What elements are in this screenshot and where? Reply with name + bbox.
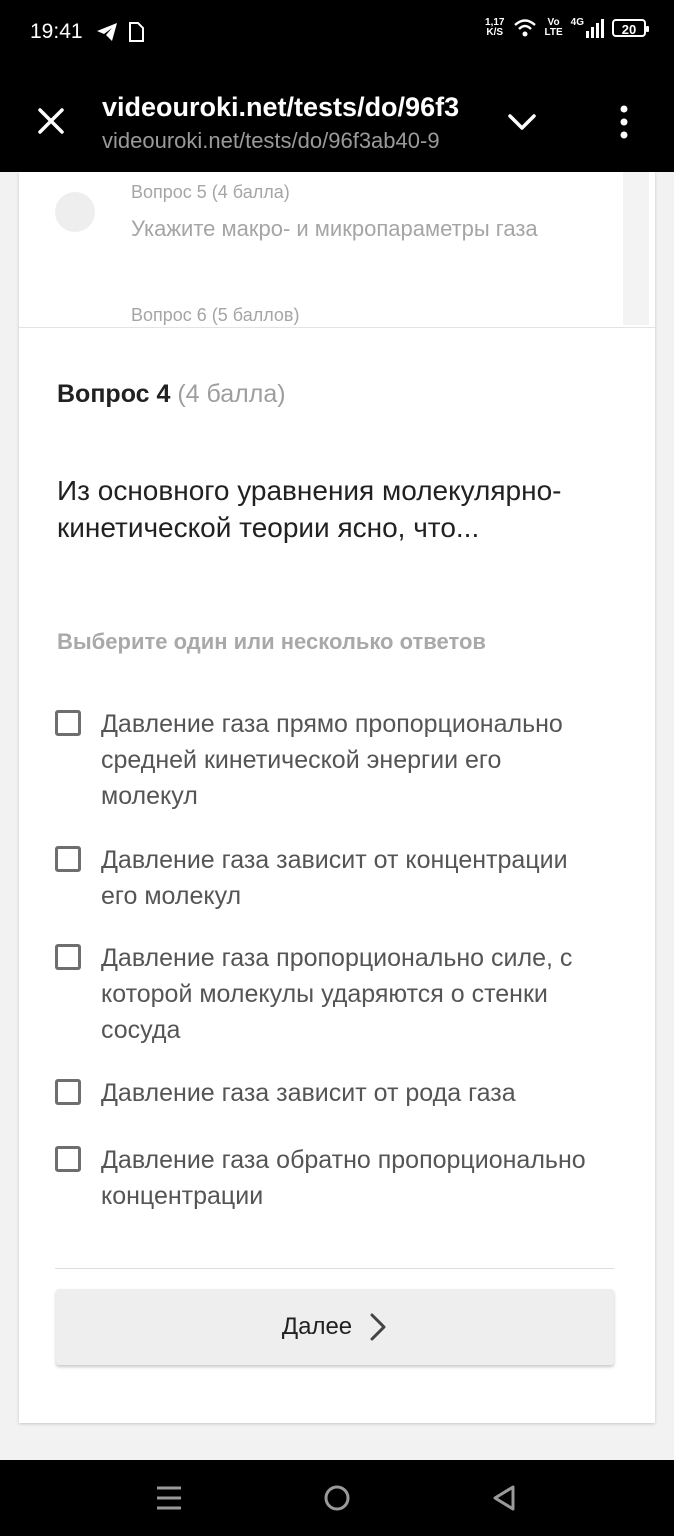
answer-option[interactable]: Давление газа зависит от рода газа <box>55 1075 595 1111</box>
answer-option-text[interactable]: Давление газа зависит от рода газа <box>101 1075 516 1111</box>
answer-checkbox[interactable] <box>55 846 81 872</box>
question-list[interactable]: Вопрос 5 (4 балла) Укажите макро- и микр… <box>19 172 655 328</box>
answer-checkbox[interactable] <box>55 710 81 736</box>
divider <box>55 1268 614 1269</box>
navigation-bar <box>0 1460 674 1536</box>
status-bar: 19:41 1,17 K/S Vo LTE 4G 20 <box>0 0 674 70</box>
answer-option-text[interactable]: Давление газа обратно пропорционально ко… <box>101 1142 595 1214</box>
question-title: Вопрос 4 <box>57 380 171 408</box>
answer-option[interactable]: Давление газа прямо пропорционально сред… <box>55 706 595 814</box>
answer-checkbox[interactable] <box>55 1146 81 1172</box>
question-heading: Вопрос 4 (4 балла) <box>57 380 286 409</box>
home-icon[interactable] <box>323 1484 351 1512</box>
volte-indicator: Vo LTE <box>544 17 563 38</box>
next-button[interactable]: Далее <box>56 1289 614 1365</box>
file-icon <box>129 22 144 42</box>
question-text: Из основного уравнения молекулярно-кинет… <box>57 475 562 543</box>
question-points: (4 балла) <box>177 380 286 408</box>
answer-hint: Выберите один или несколько ответов <box>57 629 486 654</box>
answer-option[interactable]: Давление газа зависит от концентрации ег… <box>55 842 595 914</box>
network-speed: 1,17 K/S <box>485 17 505 38</box>
close-icon[interactable] <box>36 106 66 136</box>
chevron-right-icon[interactable] <box>368 1312 388 1342</box>
url-text[interactable]: videouroki.net/tests/do/96f3ab40-9 <box>102 128 470 154</box>
wifi-icon <box>513 19 536 37</box>
back-icon[interactable] <box>491 1484 517 1512</box>
question-5-text[interactable]: Укажите макро- и микропараметры газа <box>131 216 538 242</box>
answer-option-text[interactable]: Давление газа прямо пропорционально сред… <box>101 706 595 814</box>
answer-option-text[interactable]: Давление газа пропорционально силе, с ко… <box>101 940 595 1048</box>
question-6-label[interactable]: Вопрос 6 (5 баллов) <box>131 305 300 326</box>
question-5-label[interactable]: Вопрос 5 (4 балла) <box>131 182 290 203</box>
answer-option[interactable]: Давление газа пропорционально силе, с ко… <box>55 940 595 1048</box>
telegram-icon <box>97 23 117 41</box>
more-vert-icon[interactable] <box>612 104 636 140</box>
question-list-scrollbar[interactable] <box>623 172 649 325</box>
answer-option-text[interactable]: Давление газа зависит от концентрации ег… <box>101 842 595 914</box>
status-time: 19:41 <box>30 20 83 43</box>
signal-icon <box>586 19 604 38</box>
battery-icon: 20 <box>612 19 649 37</box>
network-type: 4G <box>570 17 584 28</box>
answer-checkbox[interactable] <box>55 944 81 970</box>
test-card: Вопрос 5 (4 балла) Укажите макро- и микр… <box>19 172 655 1423</box>
answer-checkbox[interactable] <box>55 1079 81 1105</box>
browser-toolbar: videouroki.net/tests/do/96f3 videouroki.… <box>0 70 674 172</box>
chevron-down-icon[interactable] <box>506 106 538 138</box>
menu-icon[interactable] <box>156 1486 182 1510</box>
question-status-circle <box>55 192 95 232</box>
answer-option[interactable]: Давление газа обратно пропорционально ко… <box>55 1142 595 1214</box>
page-title: videouroki.net/tests/do/96f3 <box>102 92 460 122</box>
next-button-label[interactable]: Далее <box>282 1313 352 1341</box>
